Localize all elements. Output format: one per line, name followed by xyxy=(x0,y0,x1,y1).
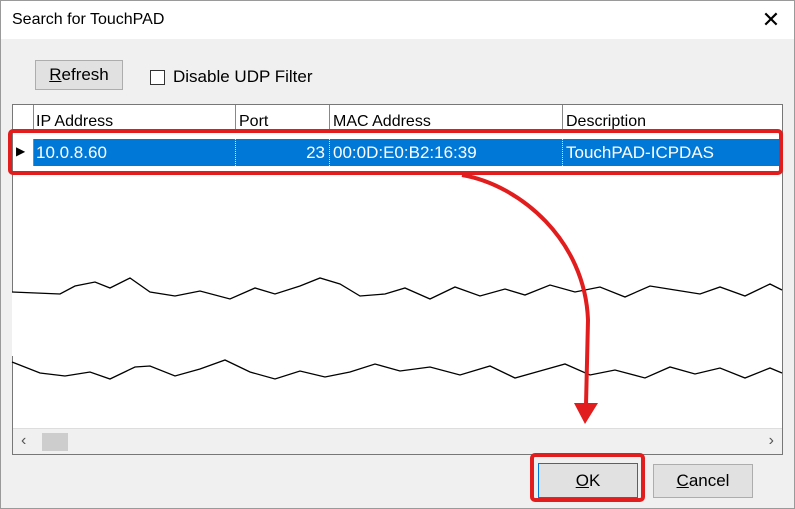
disable-udp-label[interactable]: Disable UDP Filter xyxy=(173,67,313,87)
refresh-label-rest: efresh xyxy=(61,65,109,84)
ok-mnemonic: O xyxy=(575,470,589,490)
column-header-mac[interactable]: MAC Address xyxy=(330,105,563,129)
refresh-mnemonic: R xyxy=(49,65,62,84)
device-grid[interactable]: IP Address Port MAC Address Description … xyxy=(12,104,783,455)
refresh-button[interactable]: Refresh xyxy=(35,60,123,90)
cell-port: 23 xyxy=(236,139,330,166)
disable-udp-checkbox[interactable] xyxy=(150,70,165,85)
current-row-icon: ▶ xyxy=(16,144,26,158)
column-header-ip[interactable]: IP Address xyxy=(33,105,236,129)
title-bar: Search for TouchPAD ✕ xyxy=(1,1,794,39)
ok-button[interactable]: OK xyxy=(538,463,638,498)
cancel-button[interactable]: Cancel xyxy=(653,464,753,498)
cell-description: TouchPAD-ICPDAS xyxy=(566,143,715,162)
cell-ip: 10.0.8.60 xyxy=(34,139,236,166)
cell-mac: 00:0D:E0:B2:16:39 xyxy=(330,139,563,166)
row-header-corner xyxy=(13,105,34,129)
table-row[interactable]: 10.0.8.60 23 00:0D:E0:B2:16:39 TouchPAD-… xyxy=(34,139,782,166)
close-icon[interactable]: ✕ xyxy=(748,1,794,39)
cancel-label-rest: ancel xyxy=(688,471,730,490)
column-header-port[interactable]: Port xyxy=(236,105,330,129)
ok-label-rest: K xyxy=(588,470,601,490)
scroll-right-icon[interactable]: › xyxy=(769,432,774,450)
scroll-thumb[interactable] xyxy=(42,433,68,451)
row-selector[interactable]: ▶ xyxy=(13,139,34,166)
column-header-description[interactable]: Description xyxy=(563,105,782,129)
scroll-left-icon[interactable]: ‹ xyxy=(21,432,26,450)
dialog-window: Search for TouchPAD ✕ Refresh Disable UD… xyxy=(0,0,795,509)
horizontal-scrollbar[interactable]: ‹ › xyxy=(13,428,782,454)
cancel-mnemonic: C xyxy=(676,471,689,490)
window-title: Search for TouchPAD xyxy=(12,11,165,28)
